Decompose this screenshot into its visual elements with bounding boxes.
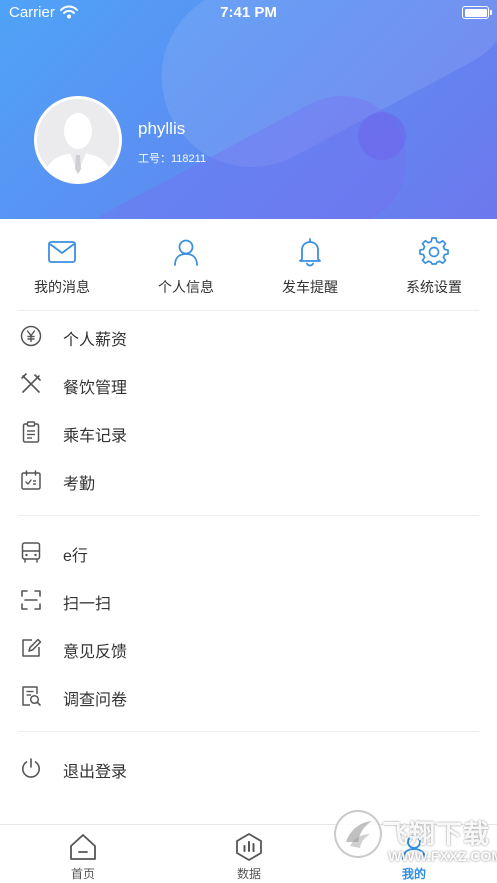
quick-action-label: 发车提醒: [282, 279, 338, 295]
profile-name: phyllis: [138, 119, 186, 138]
menu-item-salary[interactable]: 个人薪资: [0, 312, 497, 360]
utensils-icon: [21, 373, 41, 393]
menu-item-logout[interactable]: 退出登录: [0, 744, 497, 792]
calendar-icon: [21, 470, 41, 490]
watermark-url: WWW.FXXZ.COM: [388, 848, 497, 864]
menu-item-survey[interactable]: 调查问卷: [0, 672, 497, 720]
menu-item-label: 餐饮管理: [63, 380, 128, 397]
menu-item-scan[interactable]: 扫一扫: [0, 576, 497, 624]
menu-item-label: 扫一扫: [63, 596, 112, 613]
menu-item-label: 调查问卷: [63, 692, 128, 709]
quick-action-departure-reminder[interactable]: 发车提醒: [248, 219, 372, 310]
avatar-person-icon: [37, 99, 119, 181]
profile-header: Carrier 7:41 PM phyllis 工号：118211: [0, 0, 497, 219]
menu-item-e-travel[interactable]: e行: [0, 528, 497, 576]
watermark-title: 飞翔下载: [382, 819, 491, 849]
divider: [18, 731, 479, 732]
watermark-logo-icon: [334, 810, 382, 858]
menu-item-label: 考勤: [63, 476, 96, 493]
clipboard-icon: [22, 421, 40, 443]
menu-item-label: 乘车记录: [63, 428, 128, 445]
power-icon: [22, 758, 40, 778]
divider: [18, 310, 479, 311]
quick-action-label: 个人信息: [158, 279, 214, 295]
bell-icon: [299, 238, 321, 267]
gear-icon: [419, 237, 449, 265]
quick-action-label: 我的消息: [34, 279, 90, 295]
menu-item-attendance[interactable]: 考勤: [0, 456, 497, 504]
yen-icon: [20, 325, 42, 347]
tab-home[interactable]: 首页: [0, 825, 166, 883]
mail-icon: [48, 241, 76, 263]
home-icon: [70, 834, 96, 860]
chart-icon: [236, 833, 262, 861]
divider: [18, 515, 479, 516]
employee-id: 工号：118211: [138, 153, 207, 165]
tab-label: 首页: [70, 867, 95, 881]
quick-action-profile[interactable]: 个人信息: [124, 219, 248, 310]
quick-action-settings[interactable]: 系统设置: [372, 219, 496, 310]
menu-item-feedback[interactable]: 意见反馈: [0, 624, 497, 672]
menu-item-label: e行: [63, 548, 88, 565]
quick-action-label: 系统设置: [406, 279, 462, 295]
watermark: 飞翔下载 WWW.FXXZ.COM: [330, 800, 497, 883]
menu-item-label: 个人薪资: [63, 332, 128, 349]
avatar[interactable]: [34, 96, 122, 184]
status-bar: Carrier 7:41 PM: [0, 0, 497, 26]
tab-data[interactable]: 数据: [166, 825, 332, 883]
scan-icon: [21, 590, 41, 610]
menu-item-ride-records[interactable]: 乘车记录: [0, 408, 497, 456]
quick-actions: 我的消息 个人信息 发车提醒 系统设置: [0, 219, 497, 310]
menu-item-label: 意见反馈: [63, 644, 128, 661]
survey-icon: [22, 686, 41, 706]
header-decoration-circle: [358, 112, 406, 160]
edit-icon: [22, 638, 42, 657]
status-time: 7:41 PM: [220, 4, 277, 21]
person-icon: [174, 239, 198, 266]
quick-action-messages[interactable]: 我的消息: [0, 219, 124, 310]
battery-icon: [462, 6, 492, 19]
tab-label: 数据: [236, 867, 261, 881]
menu-item-label: 退出登录: [63, 764, 128, 781]
bus-icon: [21, 542, 41, 563]
menu-item-catering[interactable]: 餐饮管理: [0, 360, 497, 408]
